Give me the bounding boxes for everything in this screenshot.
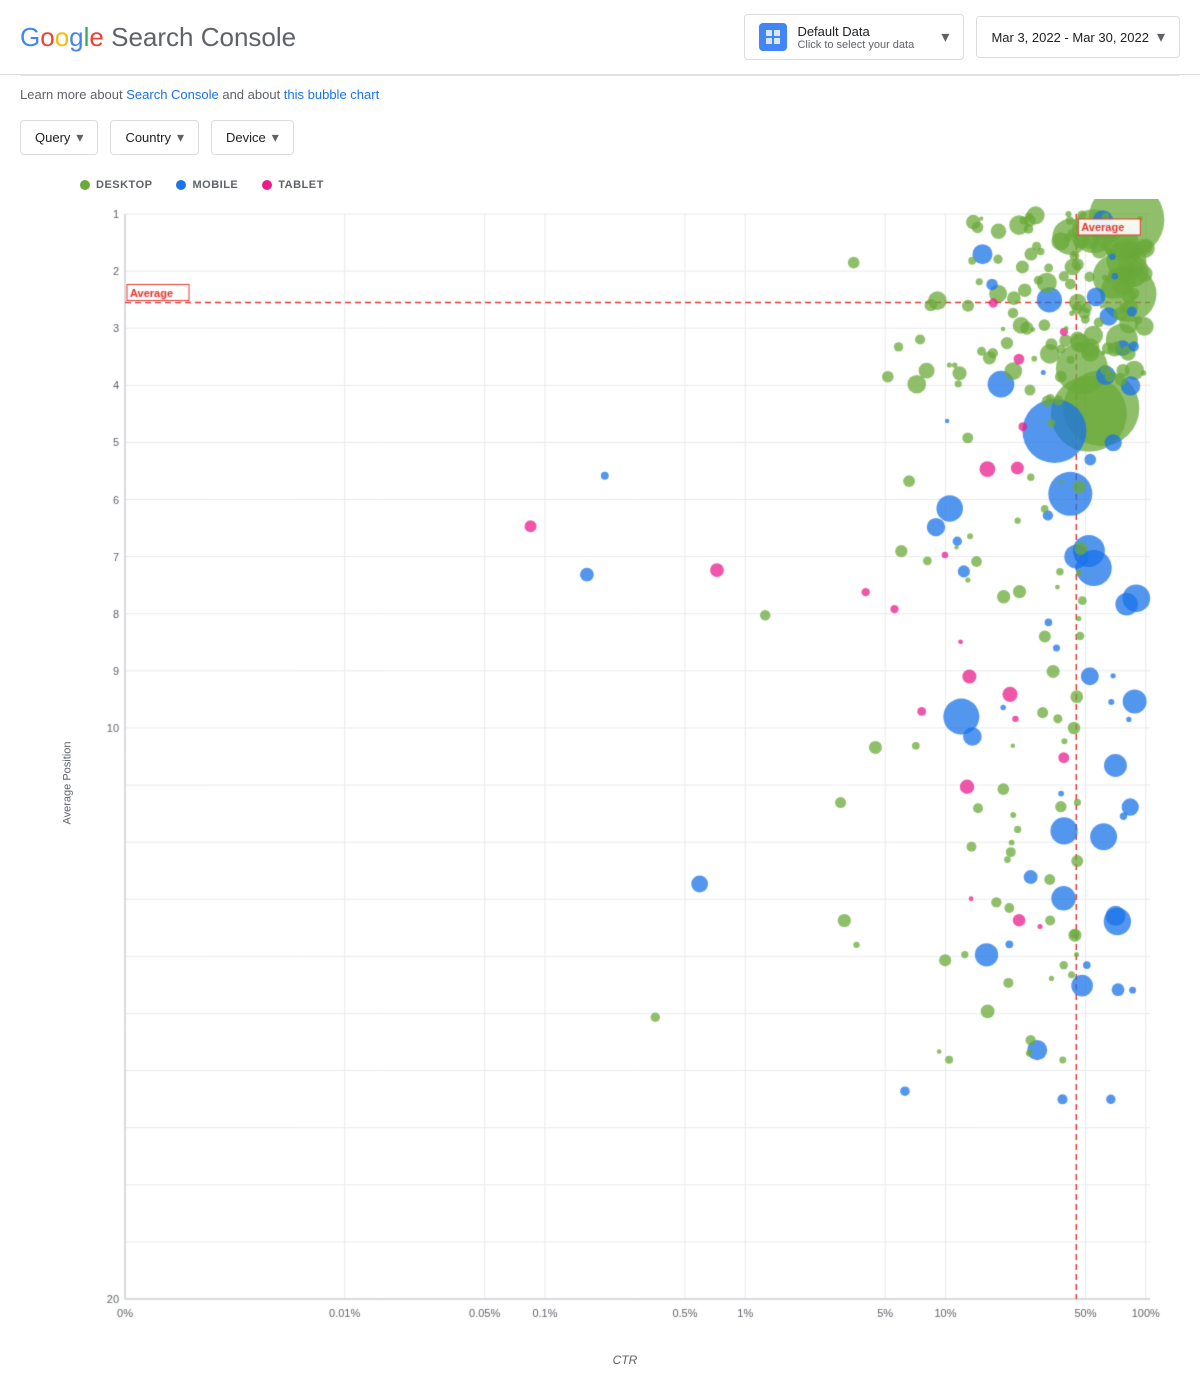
logo-o2: o <box>55 22 69 52</box>
logo-g2: g <box>69 22 83 52</box>
sub-header: Learn more about Search Console and abou… <box>0 76 1200 114</box>
legend-tablet-dot <box>262 180 272 190</box>
date-range-arrow-icon: ▾ <box>1157 27 1165 47</box>
logo: Google Search Console <box>20 22 296 53</box>
logo-o1: o <box>40 22 54 52</box>
filter-bar: Query ▾ Country ▾ Device ▾ <box>0 114 1200 169</box>
sub-header-text: Learn more about Search Console and abou… <box>20 87 379 102</box>
chart-wrapper: Average Position CTR <box>70 199 1180 1367</box>
legend-mobile-label: MOBILE <box>192 179 238 191</box>
legend-tablet: TABLET <box>262 179 324 191</box>
data-selector-button[interactable]: Default Data Click to select your data ▾ <box>744 14 964 60</box>
logo-g: G <box>20 22 40 52</box>
data-selector-arrow-icon: ▾ <box>941 27 949 47</box>
data-selector-text: Default Data Click to select your data <box>797 24 931 51</box>
legend-desktop-dot <box>80 180 90 190</box>
query-filter-button[interactable]: Query ▾ <box>20 120 98 155</box>
logo-e: e <box>89 22 103 52</box>
data-selector-title: Default Data <box>797 24 931 39</box>
query-filter-label: Query <box>35 130 70 145</box>
search-console-link[interactable]: Search Console <box>126 87 219 102</box>
query-filter-arrow-icon: ▾ <box>76 129 83 146</box>
legend-mobile: MOBILE <box>176 179 238 191</box>
device-filter-button[interactable]: Device ▾ <box>211 120 294 155</box>
country-filter-label: Country <box>125 130 171 145</box>
bubble-chart-canvas <box>70 199 1170 1349</box>
data-selector-icon <box>759 23 787 51</box>
legend-tablet-label: TABLET <box>278 179 324 191</box>
legend-desktop: DESKTOP <box>80 179 152 191</box>
header-controls: Default Data Click to select your data ▾… <box>744 14 1180 60</box>
y-axis-label: Average Position <box>61 742 73 825</box>
device-filter-arrow-icon: ▾ <box>272 129 279 146</box>
logo-text: Google <box>20 22 104 53</box>
logo-search-console: Search Console <box>104 22 296 53</box>
country-filter-button[interactable]: Country ▾ <box>110 120 199 155</box>
legend-desktop-label: DESKTOP <box>96 179 152 191</box>
header: Google Search Console Default Data Click… <box>0 0 1200 75</box>
legend-mobile-dot <box>176 180 186 190</box>
device-filter-label: Device <box>226 130 266 145</box>
bubble-chart-link[interactable]: this bubble chart <box>284 87 379 102</box>
date-range-selector[interactable]: Mar 3, 2022 - Mar 30, 2022 ▾ <box>976 16 1180 58</box>
data-selector-subtitle: Click to select your data <box>797 39 931 51</box>
date-range-text: Mar 3, 2022 - Mar 30, 2022 <box>991 30 1149 45</box>
x-axis-label: CTR <box>70 1353 1180 1367</box>
country-filter-arrow-icon: ▾ <box>177 129 184 146</box>
chart-legend: DESKTOP MOBILE TABLET <box>80 179 1180 191</box>
chart-area: DESKTOP MOBILE TABLET Average Position C… <box>0 169 1200 1397</box>
